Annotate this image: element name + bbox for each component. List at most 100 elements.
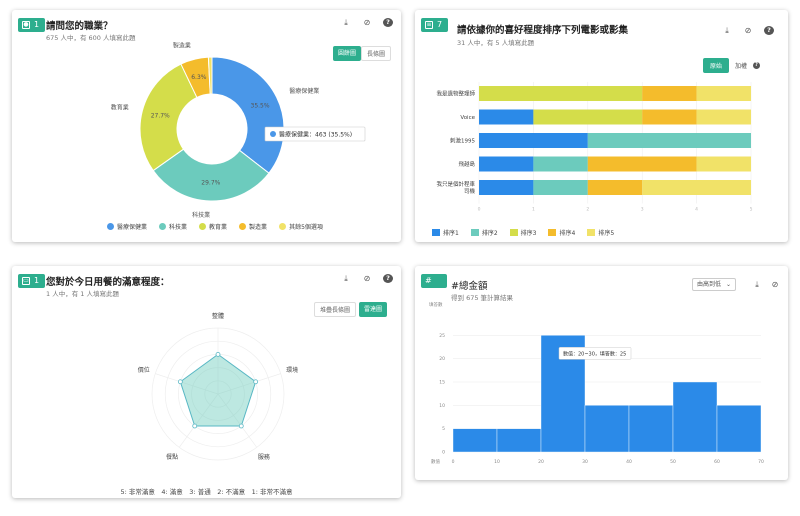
x-tick-label: 1 bbox=[532, 207, 535, 213]
bar-segment bbox=[587, 133, 751, 148]
x-tick-label: 3 bbox=[641, 207, 644, 213]
legend-label: 排序3 bbox=[520, 230, 537, 237]
bar-segment bbox=[587, 156, 697, 172]
pie-legend: 醫療保健業 科技業 教育業 製造業 其餘5個選項 bbox=[107, 222, 323, 231]
pie-legend-item[interactable]: 科技業 bbox=[159, 222, 187, 231]
y-tick-label: 0 bbox=[442, 450, 445, 456]
legend-label: 排序5 bbox=[598, 230, 615, 237]
bar-segment bbox=[587, 180, 643, 195]
x-tick-label: 2 bbox=[586, 207, 589, 213]
pie-legend-item[interactable]: 製造業 bbox=[239, 222, 267, 231]
histogram: 填答數 0 5 10 15 20 25 0 10 20 30 40 50 60 70 數值 數值：20~30，填… bbox=[429, 301, 764, 465]
legend-swatch bbox=[470, 229, 479, 236]
bar-segment bbox=[696, 156, 751, 172]
bar-segment bbox=[696, 109, 751, 125]
x-tick-label: 4 bbox=[695, 207, 698, 213]
pie-chart: 35.5% 醫療保健業 29.7% 科技業 27.7% 教育業 6.3% 製造業醫療保健業：4… bbox=[111, 42, 366, 219]
slice-label: 科技業 bbox=[192, 211, 210, 219]
slice-value-label: 27.7% bbox=[151, 113, 170, 120]
bar-segment bbox=[479, 86, 643, 101]
histogram-bar bbox=[672, 381, 718, 453]
bar-legend-item[interactable]: 排序1 bbox=[432, 228, 459, 237]
slice-label: 醫療保健業 bbox=[289, 87, 319, 95]
pie-legend-item[interactable]: 醫療保健業 bbox=[107, 222, 147, 231]
category-label: 飛越島 bbox=[458, 160, 475, 168]
legend-swatch bbox=[107, 223, 114, 230]
y-axis-title: 填答數 bbox=[429, 301, 443, 308]
occupation-card: ● 1 請問您的職業？ 675 人中，有 600 人填寫此題 ⤓ ⊘ ? 圓餅圖 … bbox=[12, 10, 401, 242]
bar-segment bbox=[533, 156, 588, 172]
histogram-bar bbox=[496, 428, 542, 453]
radar-axis-label: 服務 bbox=[258, 453, 270, 461]
legend-swatch bbox=[587, 229, 596, 236]
x-tick-label: 10 bbox=[494, 459, 500, 465]
y-tick-label: 10 bbox=[439, 403, 445, 409]
legend-swatch bbox=[199, 223, 207, 230]
ranking-card: ≡ 7 請依據你的喜好程度排序下列電影或影集 31 人中，有 5 人填寫此題 ⤓ … bbox=[415, 10, 788, 242]
x-tick-label: 0 bbox=[478, 207, 481, 213]
histogram-bar bbox=[452, 428, 498, 453]
bar-segment bbox=[479, 109, 534, 125]
slice-value-label: 35.5% bbox=[251, 102, 270, 109]
x-tick-label: 5 bbox=[750, 207, 753, 213]
bar-legend-item[interactable]: 排序3 bbox=[509, 228, 537, 237]
bar-segment bbox=[479, 180, 534, 195]
pie-tooltip: 醫療保健業：463 (35.5%) bbox=[264, 126, 366, 142]
histogram-tooltip: 數值：20~30，填答數：25 bbox=[558, 347, 632, 360]
slice-label: 製造業 bbox=[173, 42, 191, 50]
y-tick-label: 5 bbox=[442, 426, 445, 432]
x-tick-label: 70 bbox=[758, 459, 764, 465]
bar-segment bbox=[696, 86, 751, 101]
total-amount-card: # #總金額 得到 675 筆計算結果 由高到低 ⌄ ⤓ ⊘ 填答數 0 5 10 15 2… bbox=[415, 266, 788, 480]
stacked-bar-chart: 0 1 2 3 4 5 我是遺物整理師 Voice 刺激1995 飛越島我只是個計程車司機 bbox=[436, 82, 753, 213]
slice-value-label: 29.7% bbox=[201, 179, 220, 186]
category-label: 司機 bbox=[464, 187, 476, 195]
slice-label: 教育業 bbox=[111, 103, 129, 111]
tooltip-dot bbox=[270, 131, 276, 137]
category-label: Voice bbox=[460, 115, 475, 121]
legend-label: 製造業 bbox=[249, 224, 268, 231]
radar-axis-label: 價位 bbox=[138, 366, 150, 374]
y-tick-label: 20 bbox=[439, 356, 445, 362]
pie-slice-0 bbox=[211, 56, 285, 174]
bar-segment bbox=[642, 180, 751, 195]
pie-legend-item[interactable]: 其餘5個選項 bbox=[279, 222, 323, 231]
bar-segment bbox=[479, 156, 534, 172]
radar-chart: 整體環境服務 餐點 價位 bbox=[138, 312, 298, 461]
legend-label: 教育業 bbox=[209, 224, 228, 231]
pie-legend-item[interactable]: 教育業 bbox=[199, 222, 227, 231]
legend-label: 排序4 bbox=[559, 230, 576, 237]
x-tick-label: 40 bbox=[626, 459, 632, 465]
legend-swatch bbox=[279, 223, 287, 230]
x-tick-label: 50 bbox=[670, 459, 676, 465]
stacked-bar-legend: 排序1 排序2 排序3 排序4 排序5 bbox=[432, 228, 614, 237]
bar-legend-item[interactable]: 排序2 bbox=[470, 228, 498, 237]
histogram-bar bbox=[716, 405, 762, 453]
bar-legend-item[interactable]: 排序5 bbox=[587, 228, 614, 237]
y-tick-label: 25 bbox=[439, 333, 445, 339]
bar-segment bbox=[533, 180, 588, 195]
bar-segment bbox=[479, 133, 588, 148]
bar-segment bbox=[642, 109, 697, 125]
category-label: 我是遺物整理師 bbox=[436, 90, 475, 98]
radar-axis-label: 餐點 bbox=[166, 453, 178, 461]
legend-label: 其餘5個選項 bbox=[289, 224, 323, 231]
scale-note: 5: 非常滿意 4: 滿意 3: 普通 2: 不滿意 1: 非常不滿意 bbox=[120, 488, 293, 496]
x-axis-title: 數值 bbox=[431, 458, 440, 465]
radar-axis-label: 環境 bbox=[286, 366, 298, 374]
radar-axis-label: 整體 bbox=[212, 312, 224, 320]
y-tick-label: 15 bbox=[439, 380, 445, 386]
legend-swatch bbox=[432, 229, 440, 236]
satisfaction-card: ▭ 1 您對於今日用餐的滿意程度： 1 人中，有 1 人填寫此題 ⤓ ⊘ ? 堆疊… bbox=[12, 266, 401, 498]
legend-label: 醫療保健業 bbox=[117, 224, 148, 231]
legend-swatch bbox=[239, 223, 247, 230]
x-tick-label: 30 bbox=[582, 459, 588, 465]
bar-segment bbox=[533, 109, 643, 125]
histogram-bar bbox=[584, 405, 630, 453]
slice-value-label: 6.3% bbox=[191, 74, 207, 81]
x-tick-label: 0 bbox=[452, 459, 455, 465]
histogram-bar bbox=[628, 405, 674, 453]
radar-point bbox=[238, 423, 244, 429]
tooltip-text: 醫療保健業：463 (35.5%) bbox=[279, 131, 352, 139]
bar-legend-item[interactable]: 排序4 bbox=[548, 228, 575, 237]
